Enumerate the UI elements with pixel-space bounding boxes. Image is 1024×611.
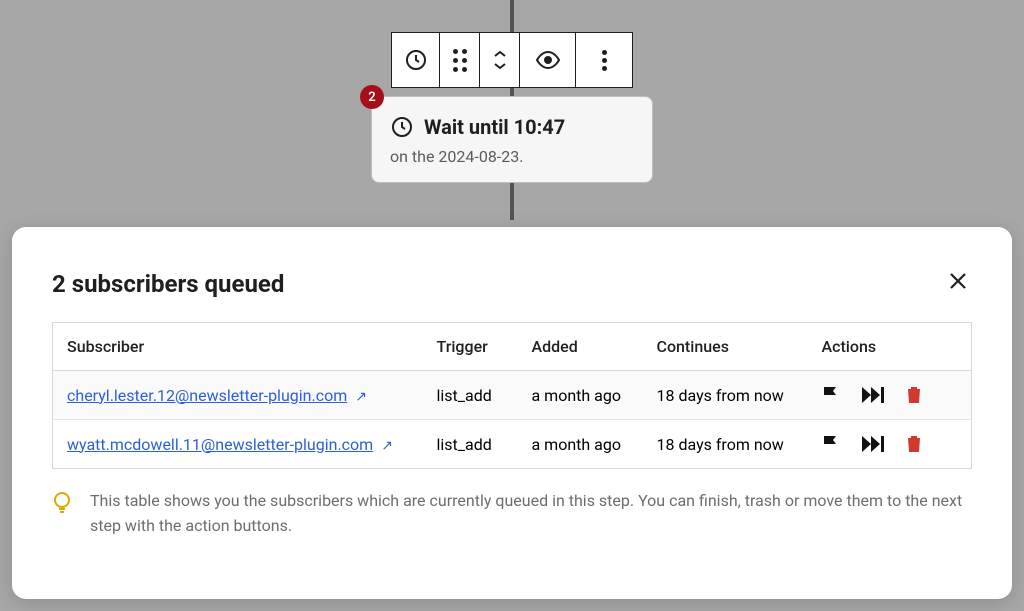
toolbar-clock-button[interactable] (392, 33, 440, 87)
close-button[interactable] (944, 267, 972, 300)
finish-button[interactable] (822, 385, 840, 405)
skip-button[interactable] (862, 436, 884, 452)
cell-added: a month ago (518, 420, 643, 469)
cell-continues: 18 days from now (643, 371, 808, 420)
close-icon (948, 271, 968, 291)
flag-icon (822, 385, 840, 405)
trash-button[interactable] (906, 435, 922, 453)
skip-button[interactable] (862, 387, 884, 403)
kebab-icon (602, 50, 607, 55)
external-link-icon: ↗ (381, 438, 393, 454)
queued-subscribers-panel: 2 subscribers queued Subscriber Trigger … (12, 227, 1012, 599)
col-added: Added (518, 323, 643, 371)
col-actions: Actions (808, 323, 972, 371)
toolbar-preview-button[interactable] (520, 33, 576, 87)
col-continues: Continues (643, 323, 808, 371)
wait-step-card[interactable]: 2 Wait until 10:47 on the 2024-08-23. (371, 96, 653, 183)
cell-trigger: list_add (423, 371, 518, 420)
trash-button[interactable] (906, 386, 922, 404)
subscriber-link[interactable]: wyatt.mcdowell.11@newsletter-plugin.com (67, 435, 373, 454)
col-subscriber: Subscriber (53, 323, 423, 371)
step-title: Wait until 10:47 (424, 115, 565, 139)
skip-forward-icon (862, 436, 884, 452)
grip-icon (453, 49, 467, 72)
col-trigger: Trigger (423, 323, 518, 371)
lightbulb-icon (52, 491, 72, 519)
table-row: cheryl.lester.12@newsletter-plugin.com ↗… (53, 371, 972, 420)
toolbar-reorder-button[interactable] (480, 33, 520, 87)
cell-added: a month ago (518, 371, 643, 420)
finish-button[interactable] (822, 434, 840, 454)
toolbar-more-button[interactable] (576, 33, 632, 87)
chevron-up-icon (492, 49, 508, 59)
clock-icon (390, 115, 414, 139)
panel-title: 2 subscribers queued (52, 270, 284, 298)
subscribers-table: Subscriber Trigger Added Continues Actio… (52, 322, 972, 469)
external-link-icon: ↗ (355, 389, 367, 405)
toolbar-drag-handle[interactable] (440, 33, 480, 87)
clock-icon (404, 48, 428, 72)
chevron-down-icon (492, 61, 508, 71)
queued-count-badge: 2 (360, 85, 384, 109)
table-row: wyatt.mcdowell.11@newsletter-plugin.com … (53, 420, 972, 469)
trash-icon (906, 435, 922, 453)
eye-icon (535, 51, 561, 69)
subscriber-link[interactable]: cheryl.lester.12@newsletter-plugin.com (67, 386, 347, 405)
skip-forward-icon (862, 387, 884, 403)
trash-icon (906, 386, 922, 404)
step-subtitle: on the 2024-08-23. (390, 147, 634, 166)
hint-text: This table shows you the subscribers whi… (90, 489, 972, 539)
cell-trigger: list_add (423, 420, 518, 469)
step-toolbar (391, 32, 633, 88)
flag-icon (822, 434, 840, 454)
cell-continues: 18 days from now (643, 420, 808, 469)
